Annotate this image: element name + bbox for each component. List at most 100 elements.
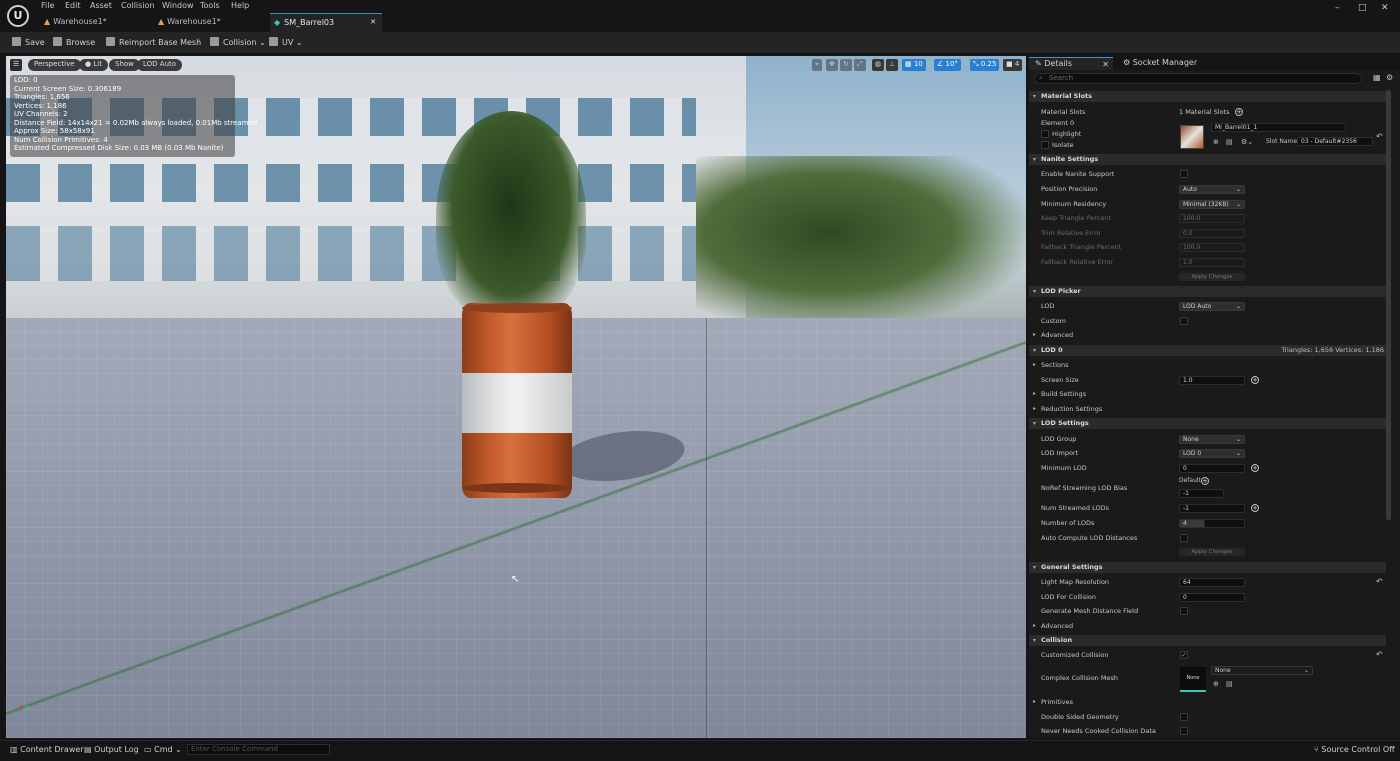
toolbar-more-icon[interactable]: ⋮ [195, 37, 203, 46]
details-scrollbar[interactable] [1386, 90, 1391, 520]
reset-icon[interactable]: ↶ [1376, 575, 1383, 589]
noref-bias-field[interactable]: -1 [1179, 489, 1224, 498]
lod-auto-button[interactable]: LOD Auto [137, 59, 183, 71]
browse-asset-icon[interactable]: ▤ [1226, 138, 1233, 146]
collision-mesh-thumbnail[interactable]: None [1180, 667, 1206, 692]
browse-button[interactable]: Browse [53, 37, 95, 47]
reduction-settings-row[interactable]: ▸ Reduction Settings [1029, 402, 1386, 416]
nanite-apply-button[interactable]: Apply Changes [1179, 273, 1245, 281]
maximize-button[interactable]: □ [1358, 3, 1367, 13]
sections-row[interactable]: ▸ Sections [1029, 358, 1386, 372]
camera-speed-button[interactable]: ■ 4 [1003, 59, 1023, 71]
viewport-menu-icon[interactable]: ☰ [10, 59, 23, 71]
use-selected-icon[interactable]: ⊕ [1213, 138, 1219, 146]
isolate-checkbox[interactable] [1041, 141, 1049, 149]
options-icon[interactable]: ⚙⌄ [1241, 138, 1253, 146]
console-input[interactable]: Enter Console Command [187, 744, 330, 755]
scale-snap-toggle[interactable]: ⤡ 0.25 [970, 59, 1000, 71]
minimize-button[interactable]: – [1335, 3, 1340, 13]
num-lods-slider[interactable]: 4 [1179, 519, 1245, 528]
menu-window[interactable]: Window [162, 1, 194, 10]
primitives-row[interactable]: ▸ Primitives [1029, 695, 1386, 709]
rotate-icon[interactable]: ↻ [840, 59, 852, 71]
surface-snap-icon[interactable]: ⊥ [886, 59, 899, 71]
unreal-logo-icon[interactable]: U [7, 5, 29, 27]
customized-collision-checkbox[interactable]: ✓ [1180, 651, 1188, 659]
fallback-error-field[interactable]: 1.0 [1179, 258, 1245, 267]
reimport-button[interactable]: Reimport Base Mesh [106, 37, 201, 47]
double-sided-checkbox[interactable] [1180, 713, 1188, 721]
material-asset-field[interactable]: MI_Barrel01_1 [1211, 123, 1346, 132]
section-lod-picker[interactable]: ▾ LOD Picker [1029, 286, 1386, 297]
never-cooked-checkbox[interactable] [1180, 727, 1188, 735]
select-mode-icon[interactable]: ⌖ [812, 59, 822, 71]
auto-compute-checkbox[interactable] [1180, 534, 1188, 542]
lod-apply-button[interactable]: Apply Changes [1179, 548, 1245, 556]
lightmap-field[interactable]: 64 [1179, 578, 1245, 587]
build-settings-row[interactable]: ▸ Build Settings [1029, 387, 1386, 401]
world-local-icon[interactable]: ◍ [872, 59, 885, 71]
position-precision-dropdown[interactable]: Auto ⌄ [1179, 185, 1245, 194]
uv-dropdown[interactable]: UV ⌄ [269, 37, 303, 47]
mesh-viewport[interactable]: ☰ Perspective ● Lit Show LOD Auto LOD: 0… [6, 56, 1026, 738]
general-advanced-row[interactable]: ▸ Advanced [1029, 619, 1386, 633]
min-residency-dropdown[interactable]: Minimal (32KB) ⌄ [1179, 200, 1245, 209]
close-tab-icon[interactable]: ✕ [1102, 60, 1109, 69]
section-general[interactable]: ▾ General Settings [1029, 562, 1386, 573]
menu-asset[interactable]: Asset [90, 1, 112, 10]
section-material-slots[interactable]: ▾ Material Slots [1029, 91, 1386, 102]
lod-dropdown[interactable]: LOD Auto ⌄ [1179, 302, 1245, 311]
use-selected-icon[interactable]: ⊕ [1213, 680, 1219, 688]
barrel-mesh[interactable] [462, 303, 572, 498]
min-lod-field[interactable]: 0 [1179, 464, 1245, 473]
browse-asset-icon[interactable]: ▤ [1226, 680, 1233, 688]
lod-group-dropdown[interactable]: None ⌄ [1179, 435, 1245, 444]
slot-name-field[interactable]: 03 - Default#2356 [1297, 137, 1373, 146]
view-options-icon[interactable]: ▦ [1373, 73, 1381, 82]
add-screen-size-icon[interactable]: + [1251, 376, 1259, 384]
tab-details[interactable]: ✎ Details ✕ [1029, 57, 1113, 70]
content-drawer-button[interactable]: ▥ Content Drawer [10, 745, 84, 754]
reset-icon[interactable]: ↶ [1376, 132, 1383, 141]
source-control-button[interactable]: ⑂ Source Control Off [1314, 745, 1395, 754]
angle-snap-toggle[interactable]: ∠ 10° [934, 59, 961, 71]
output-log-button[interactable]: ▤ Output Log [84, 745, 139, 754]
scale-icon[interactable]: ⤢ [854, 59, 866, 71]
lit-button[interactable]: ● Lit [79, 59, 108, 71]
tab-warehouse1-b[interactable]: ▲ Warehouse1* [158, 13, 268, 32]
reset-icon[interactable]: ↶ [1376, 648, 1383, 662]
distance-field-checkbox[interactable] [1180, 607, 1188, 615]
menu-edit[interactable]: Edit [65, 1, 81, 10]
section-nanite[interactable]: ▾ Nanite Settings [1029, 154, 1386, 165]
menu-tools[interactable]: Tools [200, 1, 220, 10]
perspective-button[interactable]: Perspective [28, 59, 81, 71]
lod-import-dropdown[interactable]: LOD 0 ⌄ [1179, 449, 1245, 458]
add-streamed-override-icon[interactable]: + [1251, 504, 1259, 512]
details-search-input[interactable]: ⌕ Search [1034, 73, 1362, 84]
translate-icon[interactable]: ✥ [826, 59, 838, 71]
custom-checkbox[interactable] [1180, 317, 1188, 325]
menu-help[interactable]: Help [231, 1, 249, 10]
cmd-dropdown[interactable]: ▭ Cmd ⌄ [144, 745, 182, 754]
grid-snap-toggle[interactable]: ▦ 10 [902, 59, 926, 71]
nanite-enable-checkbox[interactable] [1180, 170, 1188, 178]
menu-collision[interactable]: Collision [121, 1, 155, 10]
close-window-button[interactable]: ✕ [1381, 3, 1389, 13]
complex-collision-dropdown[interactable]: None ⌄ [1211, 666, 1313, 675]
section-lod0[interactable]: ▾ LOD 0 Triangles: 1,656 Vertices: 1,186 [1029, 345, 1386, 356]
add-platform-override-icon[interactable]: + [1251, 464, 1259, 472]
show-button[interactable]: Show [109, 59, 140, 71]
tab-socket-manager[interactable]: ⚙ Socket Manager [1117, 57, 1207, 70]
section-collision[interactable]: ▾ Collision [1029, 635, 1386, 646]
tab-sm-barrel03[interactable]: ◆ SM_Barrel03 ✕ [270, 13, 382, 32]
lod-collision-field[interactable]: 0 [1179, 593, 1245, 602]
keep-triangle-field[interactable]: 100.0 [1179, 214, 1245, 223]
settings-gear-icon[interactable]: ⚙ [1386, 73, 1393, 82]
fallback-triangle-field[interactable]: 100.0 [1179, 243, 1245, 252]
lod-picker-advanced-row[interactable]: ▸ Advanced [1029, 328, 1386, 342]
close-tab-icon[interactable]: ✕ [370, 18, 376, 26]
screen-size-field[interactable]: 1.0 [1179, 376, 1245, 385]
add-slot-icon[interactable]: + [1235, 108, 1243, 116]
num-streamed-field[interactable]: -1 [1179, 504, 1245, 513]
save-button[interactable]: Save [12, 37, 45, 47]
